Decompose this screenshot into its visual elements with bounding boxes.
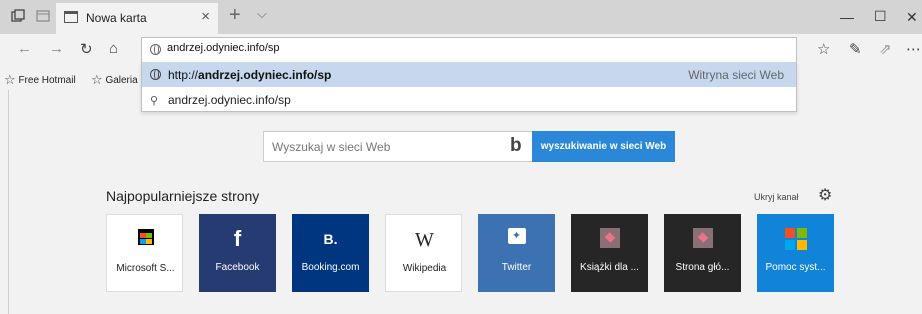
- microsoft-logo-icon: [784, 228, 807, 250]
- tab-new-tab[interactable]: Nowa karta ×: [56, 3, 218, 34]
- top-site-tile[interactable]: Strona głó...: [664, 214, 741, 292]
- close-window-button[interactable]: ✕: [906, 9, 918, 26]
- title-bar: Nowa karta × + ⌵ — ☐ ✕: [0, 0, 922, 34]
- top-site-tile[interactable]: B. Booking.com: [292, 214, 369, 292]
- chevron-down-icon[interactable]: ⌵: [257, 6, 267, 22]
- tile-label: Microsoft S...: [116, 263, 175, 274]
- tile-label: Twitter: [501, 262, 532, 273]
- top-site-tile[interactable]: Microsoft S...: [106, 214, 183, 292]
- home-button[interactable]: ⌂: [109, 40, 118, 57]
- back-button[interactable]: ←: [17, 40, 32, 57]
- more-menu-icon[interactable]: ⋯: [906, 40, 921, 58]
- suggestion-search[interactable]: ⚲ andrzej.odyniec.info/sp: [142, 88, 796, 112]
- wikipedia-icon: W: [415, 229, 434, 251]
- navigation-bar: ← → ↻ ⌂ ☆ ✎ ⇗ ⋯: [0, 34, 922, 64]
- facebook-icon: f: [233, 226, 242, 251]
- top-site-tile[interactable]: f Facebook: [199, 214, 276, 292]
- tile-label: Strona głó...: [675, 262, 730, 273]
- top-site-tile[interactable]: Książki dla ...: [571, 214, 648, 292]
- tile-label: Książki dla ...: [580, 262, 639, 273]
- tile-label: Pomoc syst...: [765, 262, 826, 273]
- suggestion-search-text: andrzej.odyniec.info/sp: [168, 93, 291, 107]
- hide-feed-link[interactable]: Ukryj kanał: [754, 192, 799, 202]
- web-search-button[interactable]: wyszukiwanie w sieci Web: [532, 131, 675, 162]
- address-input[interactable]: [167, 42, 767, 54]
- pink-site-icon: [599, 228, 620, 248]
- gear-icon[interactable]: ⚙: [818, 185, 832, 205]
- star-icon: ☆: [4, 72, 16, 87]
- maximize-button[interactable]: ☐: [874, 8, 887, 25]
- suggestion-website[interactable]: http://andrzej.odyniec.info/sp Witryna s…: [142, 62, 796, 87]
- bing-logo-icon: b: [510, 135, 522, 156]
- web-search-box[interactable]: [263, 131, 533, 162]
- top-site-tile[interactable]: W Wikipedia: [385, 214, 462, 292]
- globe-icon: [150, 69, 161, 80]
- star-icon: ☆: [91, 72, 103, 87]
- address-bar[interactable]: [141, 37, 797, 62]
- favorites-star-icon[interactable]: ☆: [817, 40, 830, 58]
- suggestion-type-label: Witryna sieci Web: [688, 68, 784, 82]
- tab-actions-icon[interactable]: [11, 9, 25, 23]
- suggestion-url: http://andrzej.odyniec.info/sp: [168, 68, 332, 82]
- pink-site-icon: [692, 228, 713, 248]
- favorite-label: Free Hotmail: [18, 75, 76, 86]
- new-tab-button[interactable]: +: [229, 4, 241, 26]
- favorite-free-hotmail[interactable]: ☆ Free Hotmail: [4, 71, 76, 87]
- store-bag-icon: [137, 229, 154, 245]
- tile-label: Booking.com: [301, 262, 360, 273]
- page-icon: [64, 11, 78, 23]
- close-tab-icon[interactable]: ×: [201, 8, 210, 25]
- top-sites-title: Najpopularniejsze strony: [106, 188, 260, 204]
- tab-title: Nowa karta: [86, 11, 147, 25]
- favorite-galeria[interactable]: ☆ Galeria: [91, 71, 138, 87]
- top-site-tile[interactable]: ✦ Twitter: [478, 214, 555, 292]
- web-search-input[interactable]: [272, 140, 502, 154]
- twitter-icon: ✦: [507, 228, 526, 244]
- tile-label: Facebook: [215, 262, 260, 273]
- refresh-button[interactable]: ↻: [80, 40, 93, 58]
- address-suggestions: http://andrzej.odyniec.info/sp Witryna s…: [141, 62, 797, 112]
- favorite-label: Galeria: [105, 75, 138, 86]
- globe-icon: [150, 44, 161, 55]
- share-icon[interactable]: ⇗: [879, 40, 892, 58]
- forward-button[interactable]: →: [49, 40, 64, 57]
- search-icon: ⚲: [150, 95, 159, 107]
- minimize-button[interactable]: —: [840, 9, 854, 25]
- notes-pen-icon[interactable]: ✎: [849, 40, 862, 58]
- tile-label: Wikipedia: [402, 263, 447, 274]
- top-site-tile[interactable]: Pomoc syst...: [757, 214, 834, 292]
- booking-icon: B.: [323, 231, 338, 247]
- set-tabs-aside-icon[interactable]: [36, 9, 50, 23]
